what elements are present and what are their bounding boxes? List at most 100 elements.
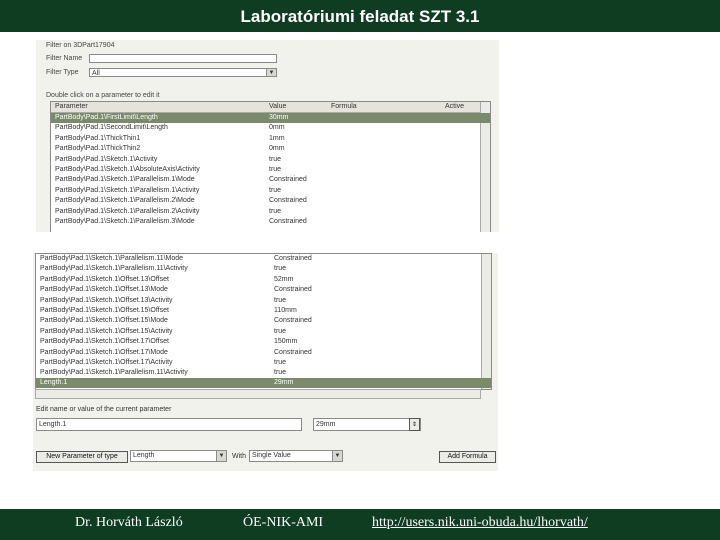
footer-author: Dr. Horváth László (75, 515, 183, 530)
row-parameter: PartBody\Pad.1\FirstLimit\Length (55, 114, 158, 121)
table-row[interactable]: PartBody\Pad.1\Sketch.1\Offset.17\Mode Co… (36, 348, 491, 358)
footer-url-link[interactable]: http://users.nik.uni-obuda.hu/lhorvath/ (372, 515, 588, 531)
row-value: 0mm (269, 124, 285, 132)
row-parameter: PartBody\Pad.1\Sketch.1\AbsoluteAxis\Act… (55, 166, 200, 173)
spinner-icon[interactable]: ⇕ (409, 418, 420, 431)
row-value: true (274, 265, 287, 273)
table-row[interactable]: PartBody\Pad.1\Sketch.1\AbsoluteAxis\Act… (51, 165, 490, 175)
table-caption: Double click on a parameter to edit it (46, 92, 160, 99)
slide-title: Laboratóriumi feladat SZT 3.1 (0, 0, 720, 32)
table-row[interactable]: PartBody\Pad.1\Sketch.1\Offset.15\Activi… (36, 327, 491, 337)
table-row[interactable]: PartBody\Pad.1\FirstLimit\Length 30mm (51, 113, 490, 123)
table-row[interactable]: PartBody\Pad.1\Sketch.1\Offset.15\Mode Co… (36, 316, 491, 326)
table-row[interactable]: PartBody\Pad.1\Sketch.1\Parallelism.11\A… (36, 264, 491, 274)
row-parameter: PartBody\Pad.1\Sketch.1\Offset.13\Activi… (40, 296, 173, 304)
with-select[interactable]: Single Value ▼ (249, 450, 343, 462)
row-value: Constrained (274, 286, 312, 294)
slide-gap (0, 232, 720, 253)
param-type-value: Length (133, 452, 155, 459)
row-parameter: PartBody\Pad.1\Sketch.1\Parallelism.2\Ac… (55, 207, 200, 215)
row-value: true (274, 369, 287, 377)
row-parameter: PartBody\Pad.1\ThickThin2 (55, 145, 141, 153)
col-formula[interactable]: Formula (331, 103, 357, 110)
row-value: 150mm (274, 338, 298, 346)
row-parameter: Length.1 (40, 379, 68, 386)
row-parameter: PartBody\Pad.1\Sketch.1\Parallelism.11\A… (40, 369, 188, 377)
with-value: Single Value (252, 452, 291, 459)
table-row[interactable]: PartBody\Pad.1\Sketch.1\Parallelism.2\Ac… (51, 207, 490, 217)
edit-label: Edit name or value of the current parame… (36, 406, 172, 413)
with-label: With (232, 453, 246, 460)
row-value: 29mm (274, 379, 294, 386)
param-name-input[interactable]: Length.1 (36, 418, 302, 431)
row-parameter: PartBody\Pad.1\Sketch.1\Offset.13\Offset (40, 275, 169, 283)
footer-dept: ÓE-NIK-AMI (243, 515, 324, 530)
parameters-table: Parameter Value Formula Active PartBody\… (50, 101, 491, 234)
filter-type-value: All (92, 70, 100, 77)
parameters-table-continued: PartBody\Pad.1\Sketch.1\Parallelism.11\M… (35, 253, 492, 390)
row-value: Constrained (274, 255, 312, 262)
chevron-down-icon[interactable]: ▼ (266, 69, 276, 76)
table-row[interactable]: PartBody\Pad.1\Sketch.1\Parallelism.3\Mo… (51, 217, 490, 227)
row-parameter: PartBody\Pad.1\Sketch.1\Offset.17\Activi… (40, 359, 173, 366)
table-row[interactable]: PartBody\Pad.1\Sketch.1\Offset.13\Offset… (36, 275, 491, 285)
table-header: Parameter Value Formula Active (51, 102, 490, 113)
chevron-down-icon[interactable]: ▼ (216, 451, 226, 461)
table-row[interactable]: PartBody\Pad.1\Sketch.1\Offset.17\Offset… (36, 337, 491, 347)
table-row[interactable]: PartBody\Pad.1\Sketch.1\Offset.13\Mode Co… (36, 285, 491, 295)
row-parameter: PartBody\Pad.1\Sketch.1\Offset.17\Offset (40, 338, 169, 346)
horizontal-scrollbar[interactable] (35, 389, 481, 399)
filter-on-label: Filter on 3DPart17904 (46, 42, 115, 49)
table-row[interactable]: PartBody\Pad.1\Sketch.1\Parallelism.2\Mo… (51, 196, 490, 206)
table-row[interactable]: PartBody\Pad.1\ThickThin1 1mm (51, 134, 490, 144)
row-value: Constrained (269, 197, 307, 205)
filter-name-label: Filter Name (46, 55, 83, 62)
row-value: true (274, 327, 287, 335)
col-value[interactable]: Value (269, 103, 286, 110)
row-parameter: PartBody\Pad.1\SecondLimit\Length (55, 124, 168, 132)
chevron-down-icon[interactable]: ▼ (332, 451, 342, 461)
row-parameter: PartBody\Pad.1\Sketch.1\Offset.17\Mode (40, 348, 168, 356)
table-row[interactable]: PartBody\Pad.1\Sketch.1\Offset.15\Offset… (36, 306, 491, 316)
row-value: true (274, 359, 287, 366)
table-row[interactable]: PartBody\Pad.1\Sketch.1\Offset.17\Activi… (36, 358, 491, 368)
table-row[interactable]: PartBody\Pad.1\Sketch.1\Parallelism.1\Mo… (51, 175, 490, 185)
filter-name-input[interactable] (89, 54, 277, 63)
col-parameter[interactable]: Parameter (55, 103, 88, 110)
table-row[interactable]: PartBody\Pad.1\Sketch.1\Offset.13\Activi… (36, 296, 491, 306)
row-value: true (269, 186, 282, 194)
add-formula-button[interactable]: Add Formula (439, 451, 496, 463)
row-value: 1mm (269, 134, 285, 142)
table-row-selected[interactable]: Length.1 29mm (36, 378, 491, 388)
row-parameter: PartBody\Pad.1\Sketch.1\Parallelism.3\Mo… (55, 218, 195, 225)
row-parameter: PartBody\Pad.1\Sketch.1\Parallelism.1\Ac… (55, 186, 200, 194)
row-value: Constrained (274, 348, 312, 356)
row-value: Constrained (269, 218, 307, 225)
row-value: 0mm (269, 145, 285, 153)
filter-type-select[interactable]: All ▼ (89, 68, 277, 77)
table-row[interactable]: PartBody\Pad.1\ThickThin2 0mm (51, 144, 490, 154)
table-row[interactable]: PartBody\Pad.1\Sketch.1\Parallelism.11\M… (36, 254, 491, 264)
row-parameter: PartBody\Pad.1\ThickThin1 (55, 134, 141, 142)
table-row[interactable]: PartBody\Pad.1\Sketch.1\Parallelism.11\A… (36, 368, 491, 378)
row-value: true (274, 296, 287, 304)
new-parameter-button[interactable]: New Parameter of type (36, 451, 128, 463)
filter-type-label: Filter Type (46, 69, 79, 76)
row-value: 52mm (274, 275, 294, 283)
row-parameter: PartBody\Pad.1\Sketch.1\Activity (55, 155, 158, 163)
parameters-panel-bottom: PartBody\Pad.1\Sketch.1\Parallelism.11\M… (33, 253, 498, 471)
row-value: Constrained (274, 317, 312, 325)
row-parameter: PartBody\Pad.1\Sketch.1\Offset.15\Mode (40, 317, 168, 325)
row-parameter: PartBody\Pad.1\Sketch.1\Offset.15\Activi… (40, 327, 173, 335)
table-row[interactable]: PartBody\Pad.1\Sketch.1\Parallelism.1\Ac… (51, 186, 490, 196)
table-row[interactable]: PartBody\Pad.1\Sketch.1\Activity true (51, 155, 490, 165)
col-active[interactable]: Active (445, 103, 464, 110)
row-value: true (269, 155, 282, 163)
row-value: 110mm (274, 307, 297, 314)
row-value: Constrained (269, 176, 307, 184)
slide-footer: Dr. Horváth László ÓE-NIK-AMI http://use… (0, 509, 720, 540)
row-parameter: PartBody\Pad.1\Sketch.1\Parallelism.11\M… (40, 255, 184, 262)
param-value-input[interactable]: 29mm (313, 418, 421, 431)
param-type-select[interactable]: Length ▼ (130, 450, 227, 462)
table-row[interactable]: PartBody\Pad.1\SecondLimit\Length 0mm (51, 123, 490, 133)
